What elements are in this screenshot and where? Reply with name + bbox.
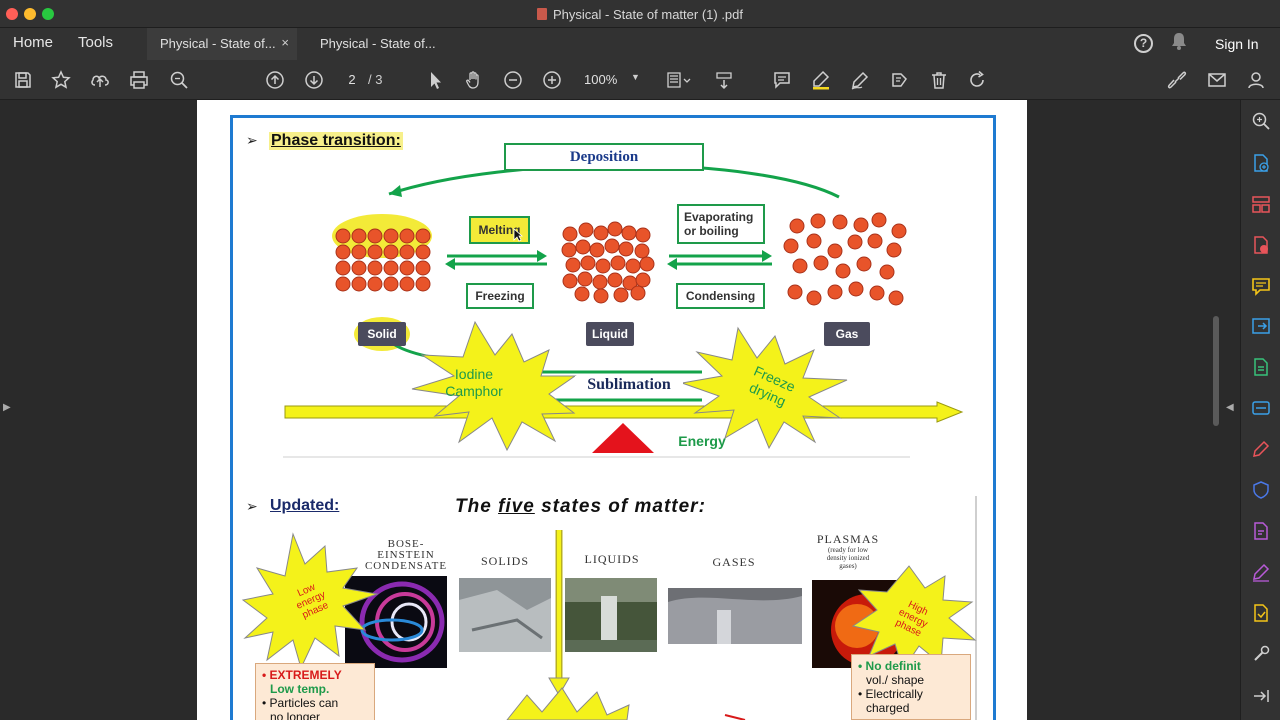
upload-cloud-icon[interactable] — [89, 69, 111, 91]
energy-label: Energy — [678, 433, 726, 449]
print-icon[interactable] — [128, 69, 150, 91]
note-bec-line2: Low temp. — [270, 682, 330, 696]
caption-solids: SOLIDS — [480, 554, 529, 568]
page-number-input[interactable]: 2 — [340, 70, 364, 90]
vertical-scrollbar[interactable] — [1210, 100, 1222, 720]
plasmas-sub-line2: density ionized — [826, 554, 870, 562]
zoom-in-icon[interactable] — [541, 69, 563, 91]
protect-shield-icon[interactable] — [1251, 480, 1271, 500]
organize-pages-icon[interactable] — [1251, 194, 1271, 214]
sign-in-link[interactable]: Sign In — [1215, 36, 1259, 52]
plasmas-sub-line1: (ready for low — [827, 546, 869, 554]
share-link-icon[interactable] — [1166, 69, 1188, 91]
email-icon[interactable] — [1206, 69, 1228, 91]
sign-pen-icon[interactable] — [1251, 562, 1271, 582]
window-title: Physical - State of matter (1) .pdf — [0, 7, 1280, 22]
scan-ocr-icon[interactable] — [1251, 398, 1271, 418]
caption-bec: BOSE- EINSTEIN CONDENSATE — [357, 539, 455, 572]
save-icon[interactable] — [12, 69, 34, 91]
create-pdf-icon[interactable] — [1251, 153, 1271, 173]
tab-document-1[interactable]: Physical - State of... × — [147, 28, 297, 60]
help-icon[interactable]: ? — [1134, 34, 1153, 53]
note-bec-line3: • Particles can — [262, 696, 339, 710]
export-pdf-icon[interactable] — [1251, 235, 1271, 255]
scroll-thumb[interactable] — [1213, 316, 1219, 426]
toolbar: 2 / 3 100% ▼ — [0, 60, 1280, 100]
draw-pen-icon[interactable] — [849, 69, 871, 91]
caption-plasmas-subtitle: (ready for low density ionized gases) — [804, 546, 892, 570]
comment-tool-icon[interactable] — [1251, 276, 1271, 296]
caption-bec-line3: CONDENSATE — [364, 560, 448, 572]
camphor-text: Camphor — [445, 383, 503, 399]
mouse-cursor-icon — [513, 228, 523, 242]
collapse-right-panel-icon[interactable]: ◀ — [1226, 402, 1234, 413]
fill-sign-icon[interactable] — [1251, 439, 1271, 459]
zoom-dropdown-icon[interactable]: ▼ — [631, 72, 640, 82]
collapse-panel-icon[interactable] — [1251, 686, 1271, 706]
note-plasma-line4: charged — [866, 701, 910, 715]
note-bec-line1: • EXTREMELY — [262, 668, 342, 682]
expand-left-panel-icon[interactable]: ▶ — [3, 402, 11, 413]
state-label-gas: Gas — [824, 322, 870, 346]
stamp-icon[interactable] — [888, 69, 910, 91]
delete-icon[interactable] — [928, 69, 950, 91]
send-review-icon[interactable] — [1251, 603, 1271, 623]
menu-home[interactable]: Home — [13, 34, 53, 51]
tab-close-icon[interactable]: × — [281, 35, 289, 50]
star-icon[interactable] — [50, 69, 72, 91]
note-bec: • EXTREMELY Low temp. • Particles can no… — [255, 663, 375, 720]
document-tool-icon[interactable] — [1251, 521, 1271, 541]
menu-bar: Home Tools Physical - State of... × Phys… — [0, 28, 1280, 60]
tab-label: Physical - State of... — [160, 36, 276, 51]
label-sublimation: Sublimation — [575, 376, 683, 393]
label-condensing: Condensing — [676, 283, 765, 309]
menu-tools[interactable]: Tools — [78, 34, 113, 51]
iodine-text: Iodine — [454, 366, 494, 382]
caption-plasmas: PLASMAS — [816, 532, 880, 546]
window-title-text: Physical - State of matter (1) .pdf — [552, 7, 744, 22]
next-page-icon[interactable] — [303, 69, 325, 91]
tab-label: Physical - State of... — [320, 36, 436, 51]
rotate-icon[interactable] — [966, 69, 988, 91]
label-evaporating-line1: Evaporating — [684, 210, 754, 224]
select-cursor-icon[interactable] — [424, 69, 446, 91]
hand-tool-icon[interactable] — [463, 69, 485, 91]
pdf-page: ➢ Phase transition: Deposition Melting F… — [197, 100, 1027, 720]
more-tools-icon[interactable] — [1251, 644, 1271, 664]
note-plasma-line1: • No definit — [858, 659, 921, 673]
zoom-level[interactable]: 100% — [584, 72, 617, 87]
previous-page-icon[interactable] — [264, 69, 286, 91]
label-evaporating: Evaporating or boiling — [677, 204, 765, 244]
note-bec-line4: no longer — [270, 710, 321, 720]
notification-bell-icon[interactable] — [1171, 32, 1187, 55]
state-label-liquid: Liquid — [586, 322, 634, 346]
add-person-icon[interactable] — [1245, 69, 1267, 91]
right-tools-panel — [1240, 100, 1280, 720]
label-evaporating-line2: or boiling — [684, 224, 739, 238]
state-label-solid: Solid — [358, 322, 406, 346]
note-plasma-line3: • Electrically — [858, 687, 923, 701]
zoom-out-icon[interactable] — [502, 69, 524, 91]
page-fit-icon[interactable] — [664, 69, 694, 91]
export-tool-icon[interactable] — [1251, 316, 1271, 336]
page-total: / 3 — [368, 72, 383, 87]
iodine-camphor-text: Iodine Camphor — [429, 366, 519, 400]
label-freezing: Freezing — [466, 283, 534, 309]
plasmas-sub-line3: gases) — [839, 562, 857, 570]
highlight-icon[interactable] — [810, 69, 832, 91]
title-bar: Physical - State of matter (1) .pdf — [0, 0, 1280, 28]
note-plasma: • No definit vol./ shape • Electrically … — [851, 654, 971, 720]
search-icon[interactable] — [168, 69, 190, 91]
tab-document-2[interactable]: Physical - State of... — [306, 28, 456, 60]
note-plasma-line2: vol./ shape — [866, 673, 925, 687]
caption-gases: GASES — [712, 555, 756, 569]
edit-pdf-icon[interactable] — [1251, 357, 1271, 377]
pdf-file-icon — [536, 8, 547, 20]
zoom-search-icon[interactable] — [1251, 111, 1271, 131]
comment-icon[interactable] — [771, 69, 793, 91]
scroll-mode-icon[interactable] — [713, 69, 735, 91]
label-deposition: Deposition — [504, 143, 704, 171]
caption-liquids: LIQUIDS — [584, 552, 640, 566]
